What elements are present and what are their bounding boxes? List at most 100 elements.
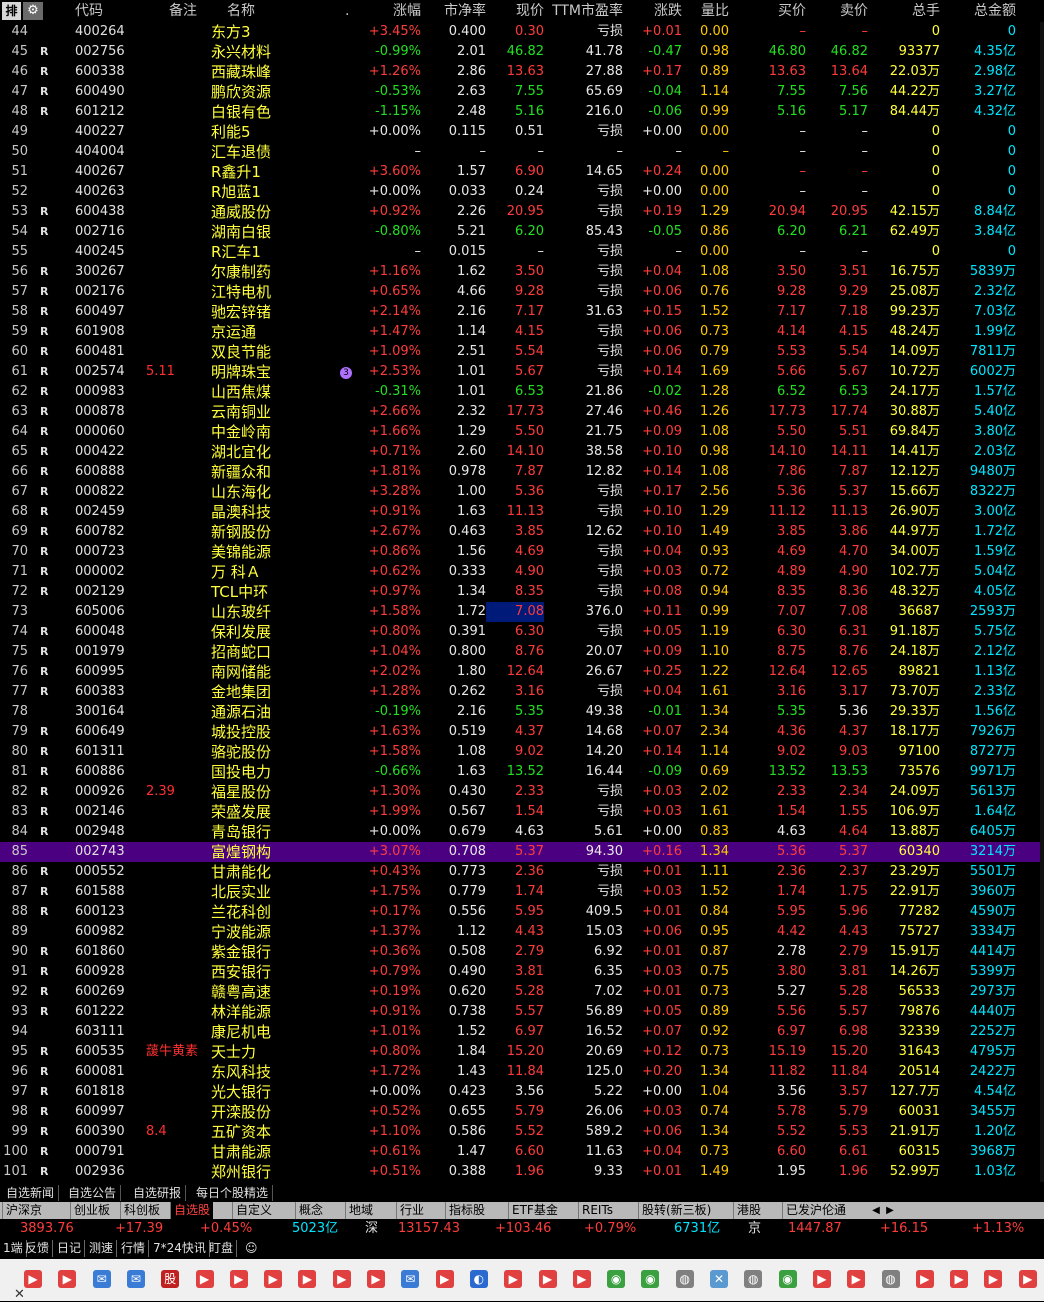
table-row[interactable]: 85 002743 富煌钢构 +3.07% 0.708 5.37 94.30 +0.16 1.3… [0,842,1044,862]
table-row[interactable]: 84 R 002948 青岛银行 +0.00% 0.679 4.63 5.61 +0.00 0.8… [0,822,1044,842]
col-header-volume[interactable]: 总手 [902,0,940,22]
table-row[interactable]: 96 R 600081 东风科技 +1.72% 1.43 11.84 125.0 +0.20 1.… [0,1062,1044,1082]
tab-reits[interactable]: REITs [578,1202,616,1219]
col-header-ask[interactable]: 卖价 [830,0,868,22]
app-icon[interactable]: ▶ [264,1270,283,1288]
col-header-amount[interactable]: 总金额 [966,0,1016,22]
app-icon[interactable]: ▶ [298,1270,317,1288]
tab-watchlist[interactable]: 自选股 [170,1202,214,1219]
table-row[interactable]: 48 R 601212 白银有色 -1.15% 2.48 5.16 216.0 -0.06 0.9… [0,102,1044,122]
tab-concept[interactable]: 概念 [295,1202,326,1219]
table-row[interactable]: 71 R 000002 万 科Ａ +0.62% 0.333 4.90 亏损 +0.03 0.72 4… [0,562,1044,582]
table-row[interactable]: 55 400245 R汇车1 – 0.015 – 亏损 – 0.00 – – 0 0 [0,242,1044,262]
table-row[interactable]: 97 R 601818 光大银行 +0.00% 0.423 3.56 5.22 +0.00 1.0… [0,1082,1044,1102]
table-row[interactable]: 51 400267 R鑫升1 +3.60% 1.57 6.90 14.65 +0.24 0.00… [0,162,1044,182]
toolbar-speedtest[interactable]: 测速 [86,1240,118,1257]
tab-region[interactable]: 地域 [345,1202,376,1219]
table-row[interactable]: 66 R 600888 新疆众和 +1.81% 0.978 7.87 12.82 +0.14 1.… [0,462,1044,482]
stock-app-icon[interactable]: 股 [161,1270,180,1288]
col-header-updown[interactable]: 涨跌 [644,0,682,22]
table-row[interactable]: 63 R 000878 云南铜业 +2.66% 2.32 17.73 27.46 +0.46 1.… [0,402,1044,422]
close-icon[interactable]: ✕ [14,1287,25,1302]
table-row[interactable]: 94 603111 康尼机电 +1.01% 1.52 6.97 16.52 +0.07 0.92… [0,1022,1044,1042]
table-row[interactable]: 49 400227 利能5 +0.00% 0.115 0.51 亏损 +0.00 0.00 – – 0… [0,122,1044,142]
table-row[interactable]: 98 R 600997 开滦股份 +0.52% 0.655 5.79 26.06 +0.03 0.… [0,1102,1044,1122]
tab-etf[interactable]: ETF基金 [508,1202,561,1219]
table-row[interactable]: 50 404004 汇车退债 – – – – – – – – 0 0 [0,142,1044,162]
app-icon[interactable]: ▶ [538,1270,557,1288]
tab-hk[interactable]: 港股 [733,1202,764,1219]
table-row[interactable]: 78 300164 通源石油 -0.19% 2.16 5.35 49.38 -0.01 1.34… [0,702,1044,722]
table-row[interactable]: 61 R 002574 5.11 明牌珠宝 +2.53% 1.01 5.67 亏损 +0.14 1.… [0,362,1044,382]
app-icon[interactable]: ▶ [435,1270,454,1288]
tab-hushenjing[interactable]: 沪深京 [2,1202,45,1219]
green-app-icon[interactable]: ◉ [607,1270,626,1288]
table-row[interactable]: 54 R 002716 湖南白银 -0.80% 5.21 6.20 85.43 -0.05 0.8… [0,222,1044,242]
table-row[interactable]: 72 R 002129 TCL中环 +0.97% 1.34 8.35 亏损 +0.08 0.94 8… [0,582,1044,602]
table-row[interactable]: 46 R 600338 西藏珠峰 +1.26% 2.86 13.63 27.88 +0.17 0.… [0,62,1044,82]
tab-watchlist-research[interactable]: 自选研报 [129,1185,187,1201]
tab-daily-picks[interactable]: 每日个股精选 [192,1185,274,1201]
table-row[interactable]: 82 R 000926 2.39 福星股份 +1.30% 0.430 2.33 亏损 +0.03 2… [0,782,1044,802]
table-row[interactable]: 70 R 000723 美锦能源 +0.86% 1.56 4.69 亏损 +0.04 0.93 4.… [0,542,1044,562]
table-row[interactable]: 68 R 002459 晶澳科技 +0.91% 1.63 11.13 亏损 +0.10 1.29 1… [0,502,1044,522]
table-row[interactable]: 88 R 600123 兰花科创 +0.17% 0.556 5.95 409.5 +0.01 0.… [0,902,1044,922]
table-row[interactable]: 93 R 601222 林洋能源 +0.91% 0.738 5.57 56.89 +0.05 0.… [0,1002,1044,1022]
tab-custom[interactable]: 自定义 [232,1202,275,1219]
table-row[interactable]: 65 R 000422 湖北宜化 +0.71% 2.60 14.10 38.58 +0.10 0.… [0,442,1044,462]
table-row[interactable]: 87 R 601588 北辰实业 +1.75% 0.779 1.74 亏损 +0.03 1.52 1… [0,882,1044,902]
toolbar-monitor[interactable]: 盯盘 [206,1240,238,1257]
table-row[interactable]: 83 R 002146 荣盛发展 +1.99% 0.567 1.54 亏损 +0.03 1.61 1… [0,802,1044,822]
table-row[interactable]: 45 R 002756 永兴材料 -0.99% 2.01 46.82 41.78 -0.47 0.… [0,42,1044,62]
col-header-note[interactable]: 备注 [169,0,197,22]
table-row[interactable]: 52 400263 R旭蓝1 +0.00% 0.033 0.24 亏损 +0.00 0.00 – –… [0,182,1044,202]
browser-icon[interactable]: ◐ [469,1270,488,1288]
mail-icon[interactable]: ✉ [92,1270,111,1288]
col-header-price[interactable]: 现价 [508,0,544,22]
gear-icon[interactable]: ⚙ [23,2,43,20]
table-row[interactable]: 90 R 601860 紫金银行 +0.36% 0.508 2.79 6.92 +0.01 0.8… [0,942,1044,962]
alert-badge-icon[interactable]: 3 [340,362,354,382]
table-row[interactable]: 69 R 600782 新钢股份 +2.67% 0.463 3.85 12.62 +0.10 1.… [0,522,1044,542]
table-row[interactable]: 75 R 001979 招商蛇口 +1.04% 0.800 8.76 20.07 +0.09 1.… [0,642,1044,662]
sort-button[interactable]: 排 [2,2,21,20]
globe-icon[interactable]: ◍ [881,1270,900,1288]
table-row[interactable]: 57 R 002176 江特电机 +0.65% 4.66 9.28 亏损 +0.06 0.76 9.… [0,282,1044,302]
tab-industry[interactable]: 行业 [396,1202,427,1219]
table-row[interactable]: 80 R 601311 骆驼股份 +1.58% 1.08 9.02 14.20 +0.14 1.1… [0,742,1044,762]
table-row[interactable]: 67 R 000822 山东海化 +3.28% 1.00 5.36 亏损 +0.17 2.56 5.… [0,482,1044,502]
app-icon[interactable]: ▶ [332,1270,351,1288]
table-row[interactable]: 60 R 600481 双良节能 +1.09% 2.51 5.54 亏损 +0.06 0.79 5.… [0,342,1044,362]
col-header-pe[interactable]: TTM市盈率 [545,0,623,22]
table-row[interactable]: 59 R 601908 京运通 +1.47% 1.14 4.15 亏损 +0.06 0.73 4.1… [0,322,1044,342]
col-header-pb[interactable]: 市净率 [430,0,486,22]
close-app-icon[interactable]: ✕ [710,1270,728,1288]
app-icon[interactable]: ▶ [229,1270,248,1288]
table-row[interactable]: 89 600982 宁波能源 +1.37% 1.12 4.43 15.03 +0.06 0.95… [0,922,1044,942]
table-row[interactable]: 74 R 600048 保利发展 +0.80% 0.391 6.30 亏损 +0.05 1.19 6… [0,622,1044,642]
tab-neeq[interactable]: 股转(新三板) [638,1202,714,1219]
toolbar-feedback[interactable]: 反馈 [22,1240,54,1257]
chat-icon[interactable]: ☺ [242,1240,261,1257]
table-row[interactable]: 73 605006 山东玻纤 +1.58% 1.72 7.08 376.0 +0.11 0.99… [0,602,1044,622]
mail-icon[interactable]: ✉ [401,1270,420,1288]
mail-icon[interactable]: ✉ [126,1270,145,1288]
tab-watchlist-news[interactable]: 自选新闻 [2,1185,60,1201]
vertical-scrollbar[interactable] [1040,22,1044,1182]
green-app-icon[interactable]: ◉ [641,1270,660,1288]
table-row[interactable]: 47 R 600490 鹏欣资源 -0.53% 2.63 7.55 65.69 -0.04 1.1… [0,82,1044,102]
globe-icon[interactable]: ◍ [744,1270,763,1288]
app-icon[interactable]: ▶ [847,1270,866,1288]
table-row[interactable]: 92 R 600269 赣粤高速 +0.19% 0.620 5.28 7.02 +0.01 0.7… [0,982,1044,1002]
globe-icon[interactable]: ◍ [675,1270,694,1288]
toolbar-diary[interactable]: 日记 [54,1240,86,1257]
table-row[interactable]: 58 R 600497 驰宏锌锗 +2.14% 2.16 7.17 31.63 +0.15 1.5… [0,302,1044,322]
app-icon[interactable]: ▶ [24,1270,42,1288]
app-icon[interactable]: ▶ [572,1270,591,1288]
app-icon[interactable]: ▶ [984,1270,1003,1288]
tab-scroll-left-icon[interactable]: ◀ [870,1204,882,1217]
app-icon[interactable]: ▶ [1018,1270,1037,1288]
col-header-change-pct[interactable]: 涨幅 [372,0,421,22]
table-row[interactable]: 76 R 600995 南网储能 +2.02% 1.80 12.64 26.67 +0.25 1.… [0,662,1044,682]
table-row[interactable]: 79 R 600649 城投控股 +1.63% 0.519 4.37 14.68 +0.07 2.… [0,722,1044,742]
